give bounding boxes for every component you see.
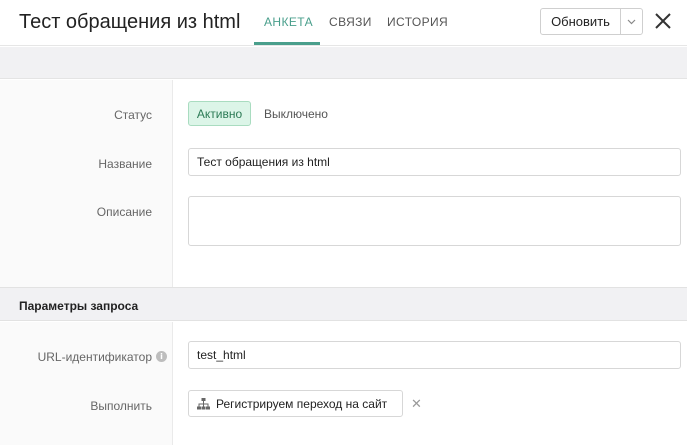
- toolbar-strip: [0, 47, 687, 79]
- execute-label: Выполнить: [90, 399, 152, 413]
- description-field[interactable]: [188, 196, 681, 246]
- close-button[interactable]: [653, 11, 673, 31]
- section-title: Параметры запроса: [19, 299, 139, 313]
- refresh-button-group: Обновить: [540, 8, 643, 35]
- execute-action-label: Регистрируем переход на сайт: [216, 396, 388, 411]
- refresh-button[interactable]: Обновить: [541, 9, 621, 34]
- request-params-section-header: Параметры запроса: [0, 287, 687, 321]
- name-field[interactable]: Тест обращения из html: [188, 148, 681, 176]
- url-id-value: test_html: [197, 348, 246, 362]
- status-active-option[interactable]: Активно: [188, 101, 251, 126]
- tab-history[interactable]: ИСТОРИЯ: [387, 14, 448, 30]
- header-bar: Тест обращения из html АНКЕТА СВЯЗИ ИСТО…: [0, 0, 687, 46]
- description-label: Описание: [96, 205, 152, 219]
- tab-links[interactable]: СВЯЗИ: [329, 14, 372, 30]
- active-tab-indicator: [254, 42, 320, 45]
- info-icon[interactable]: i: [156, 351, 167, 362]
- execute-action-chip[interactable]: Регистрируем переход на сайт: [188, 390, 403, 417]
- remove-action-icon[interactable]: ✕: [411, 396, 422, 412]
- page-title: Тест обращения из html: [19, 11, 241, 33]
- close-icon: [655, 13, 671, 29]
- url-id-field[interactable]: test_html: [188, 341, 681, 369]
- url-id-label: URL-идентификатор: [37, 350, 152, 364]
- status-label: Статус: [114, 108, 152, 122]
- sitemap-icon: [197, 397, 210, 409]
- tab-anketa[interactable]: АНКЕТА: [264, 14, 313, 30]
- params-label-column: [0, 322, 173, 445]
- status-off-option[interactable]: Выключено: [264, 106, 328, 122]
- refresh-dropdown-button[interactable]: [621, 9, 642, 34]
- chevron-down-icon: [627, 19, 636, 24]
- name-label: Название: [98, 157, 152, 171]
- name-field-value: Тест обращения из html: [197, 155, 330, 169]
